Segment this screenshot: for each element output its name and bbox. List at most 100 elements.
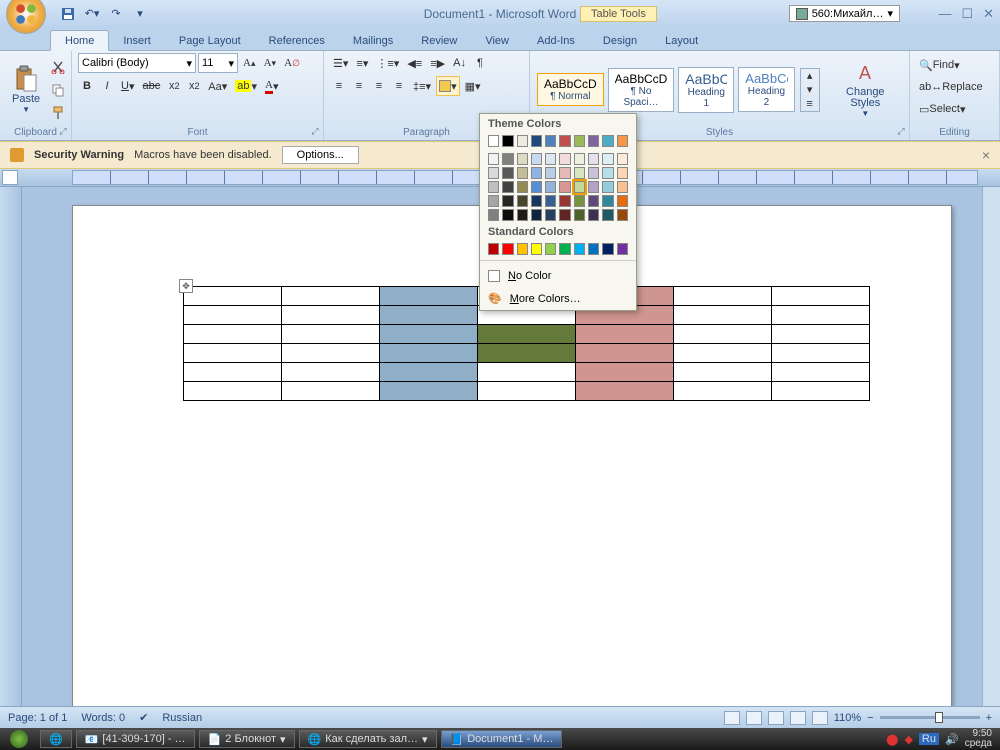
style-heading2[interactable]: AaBbCcHeading 2 <box>738 67 794 112</box>
vertical-scrollbar[interactable] <box>982 187 1000 706</box>
tray-lang[interactable]: Ru <box>919 733 939 745</box>
color-swatch[interactable] <box>502 209 513 221</box>
grow-font-button[interactable]: A▴ <box>240 53 259 73</box>
table-cell[interactable] <box>184 306 282 325</box>
color-swatch[interactable] <box>559 209 570 221</box>
no-color-item[interactable]: No Color <box>480 265 636 287</box>
table-cell[interactable] <box>282 325 380 344</box>
table-cell[interactable] <box>380 325 478 344</box>
color-swatch[interactable] <box>502 195 513 207</box>
color-swatch[interactable] <box>617 195 628 207</box>
color-swatch[interactable] <box>531 195 542 207</box>
table-move-handle[interactable]: ✥ <box>179 279 193 293</box>
color-swatch[interactable] <box>588 181 599 193</box>
color-swatch[interactable] <box>602 153 613 165</box>
view-outline[interactable] <box>790 711 806 725</box>
tray-icon[interactable]: ⬤ <box>886 733 898 746</box>
table-cell[interactable] <box>282 306 380 325</box>
close-button[interactable]: ✕ <box>983 6 994 22</box>
maximize-button[interactable]: ☐ <box>961 6 973 22</box>
change-styles-button[interactable]: A Change Styles▼ <box>828 59 903 120</box>
color-swatch[interactable] <box>602 135 613 147</box>
table-cell[interactable] <box>380 382 478 401</box>
tab-layout[interactable]: Layout <box>651 31 712 50</box>
underline-button[interactable]: U▾ <box>118 76 137 96</box>
tray-clock[interactable]: 9:50среда <box>965 729 992 749</box>
color-swatch[interactable] <box>574 209 585 221</box>
table-cell[interactable] <box>576 344 674 363</box>
minimize-button[interactable]: — <box>938 6 951 22</box>
color-swatch[interactable] <box>602 243 613 255</box>
tab-home[interactable]: Home <box>50 30 109 51</box>
table-cell[interactable] <box>576 363 674 382</box>
taskbar-item[interactable]: 🌐 <box>40 730 72 748</box>
sort-button[interactable]: A↓ <box>450 53 469 73</box>
color-swatch[interactable] <box>517 209 528 221</box>
color-swatch[interactable] <box>574 181 586 193</box>
view-draft[interactable] <box>812 711 828 725</box>
status-words[interactable]: Words: 0 <box>81 712 125 724</box>
color-swatch[interactable] <box>517 167 528 179</box>
table-cell[interactable] <box>674 306 772 325</box>
table-cell[interactable] <box>282 287 380 306</box>
borders-button[interactable]: ▦▾ <box>462 76 484 96</box>
save-icon[interactable] <box>58 4 78 24</box>
highlight-button[interactable]: ab▾ <box>232 76 260 96</box>
color-swatch[interactable] <box>559 181 570 193</box>
color-swatch[interactable] <box>559 195 570 207</box>
color-swatch[interactable] <box>602 209 613 221</box>
table-cell[interactable] <box>380 287 478 306</box>
color-swatch[interactable] <box>531 181 542 193</box>
taskbar-item[interactable]: 📄 2 Блокнот ▾ <box>199 730 295 748</box>
color-swatch[interactable] <box>531 135 542 147</box>
color-swatch[interactable] <box>588 195 599 207</box>
table-cell[interactable] <box>282 344 380 363</box>
replace-button[interactable]: ab↔ Replace <box>916 77 993 97</box>
table-cell[interactable] <box>674 287 772 306</box>
table-cell[interactable] <box>184 344 282 363</box>
color-swatch[interactable] <box>602 167 613 179</box>
justify-button[interactable]: ≡ <box>390 76 408 96</box>
table-cell[interactable] <box>380 363 478 382</box>
find-button[interactable]: 🔍 Find ▾ <box>916 55 993 75</box>
copy-button[interactable] <box>48 80 68 100</box>
color-swatch[interactable] <box>617 167 628 179</box>
color-swatch[interactable] <box>574 167 585 179</box>
color-swatch[interactable] <box>617 135 628 147</box>
user-box[interactable]: 560:Михайл…▾ <box>789 5 900 22</box>
taskbar-item-active[interactable]: 📘 Document1 - M… <box>441 730 563 748</box>
change-case-button[interactable]: Aa▾ <box>205 76 230 96</box>
color-swatch[interactable] <box>559 167 570 179</box>
tab-design[interactable]: Design <box>589 31 651 50</box>
color-swatch[interactable] <box>588 243 599 255</box>
taskbar-item[interactable]: 🌐 Как сделать зал… ▾ <box>299 730 437 748</box>
table-cell[interactable] <box>772 287 870 306</box>
color-swatch[interactable] <box>545 243 556 255</box>
tab-mailings[interactable]: Mailings <box>339 31 407 50</box>
tab-insert[interactable]: Insert <box>109 31 165 50</box>
color-swatch[interactable] <box>545 167 556 179</box>
color-swatch[interactable] <box>545 181 556 193</box>
table-cell[interactable] <box>478 382 576 401</box>
color-swatch[interactable] <box>531 209 542 221</box>
color-swatch[interactable] <box>488 153 499 165</box>
color-swatch[interactable] <box>545 153 556 165</box>
zoom-slider[interactable] <box>880 716 980 719</box>
font-size-select[interactable]: 11▾ <box>198 53 238 73</box>
tray-icon[interactable]: 🔊 <box>945 733 959 746</box>
color-swatch[interactable] <box>517 181 528 193</box>
color-swatch[interactable] <box>488 167 499 179</box>
styles-down-icon[interactable]: ▾ <box>801 83 819 97</box>
align-right-button[interactable]: ≡ <box>370 76 388 96</box>
table-cell[interactable] <box>674 344 772 363</box>
color-swatch[interactable] <box>545 195 556 207</box>
table-cell[interactable] <box>184 382 282 401</box>
styles-up-icon[interactable]: ▴ <box>801 69 819 83</box>
color-swatch[interactable] <box>545 135 556 147</box>
table-cell[interactable] <box>478 344 576 363</box>
security-close-icon[interactable]: × <box>982 147 990 163</box>
font-dialog-icon[interactable]: ⤢ <box>309 126 321 138</box>
color-swatch[interactable] <box>617 181 628 193</box>
font-family-select[interactable]: Calibri (Body)▾ <box>78 53 196 73</box>
color-swatch[interactable] <box>559 243 570 255</box>
